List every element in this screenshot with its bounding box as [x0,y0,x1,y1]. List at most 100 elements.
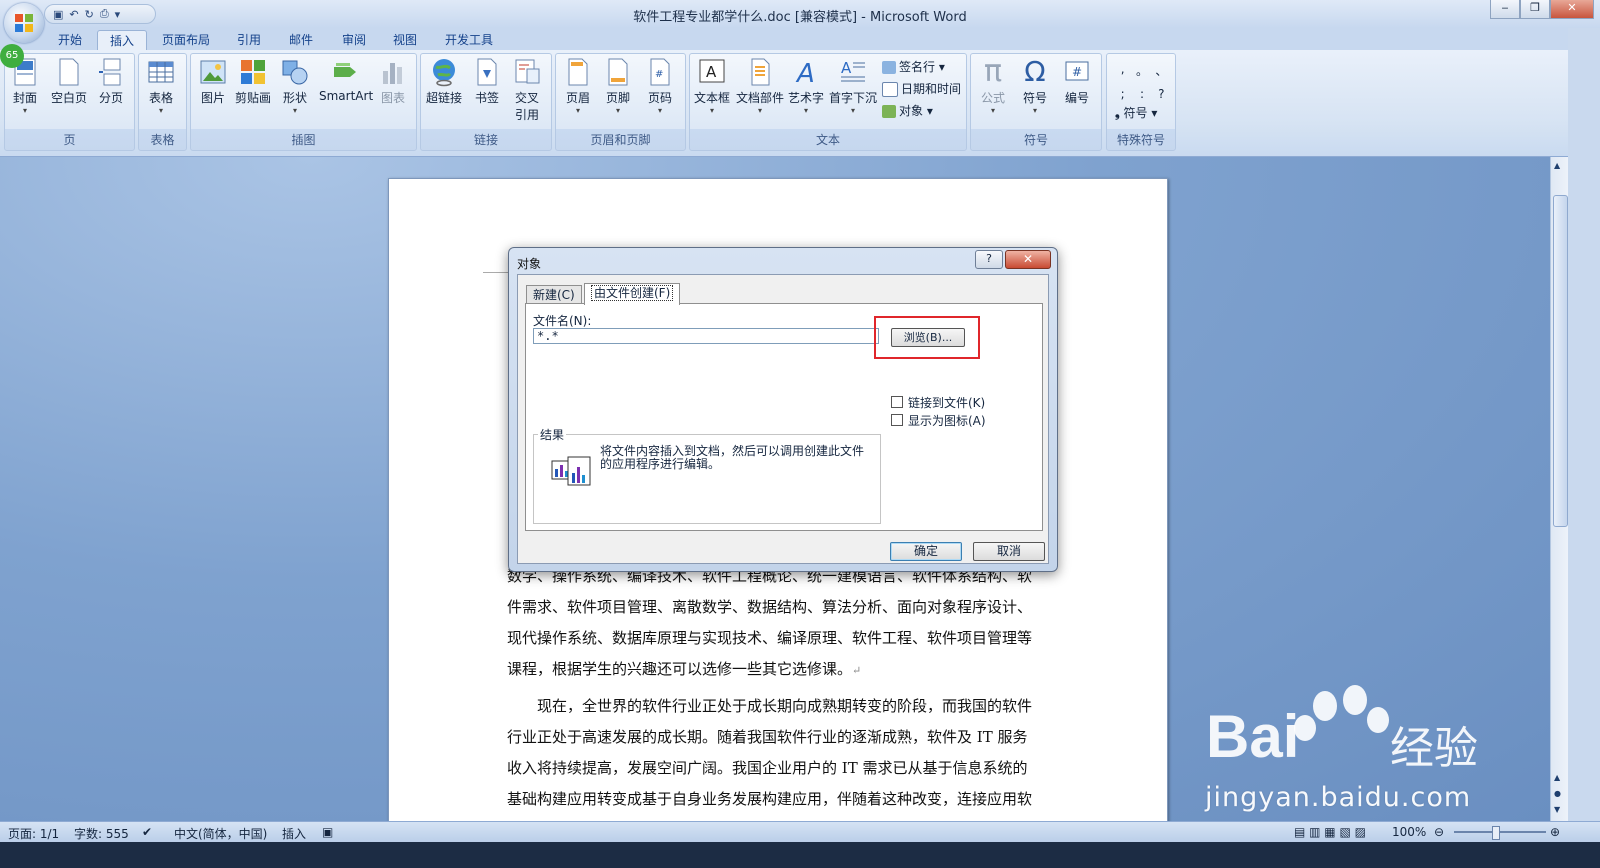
chart-button[interactable]: 图表 [379,57,407,106]
table-button[interactable]: 表格 ▾ [147,57,175,116]
hyperlink-button[interactable]: 超链接 [426,57,462,106]
macro-record-icon[interactable]: ▣ [322,825,333,839]
clipart-button[interactable]: 剪贴画 [235,57,271,106]
watermark-url: jingyan.baidu.com [1205,782,1472,813]
tab-developer[interactable]: 开发工具 [433,30,505,50]
group-text: A 文本框 ▾ 文档部件 ▾ A 艺术字 ▾ A 首字下沉 ▾ 签名行 ▾ 日期和时间 … [689,53,967,151]
insert-mode[interactable]: 插入 [282,825,306,842]
page-break-button[interactable]: 分页 [97,57,125,106]
number-box-icon: # [1065,61,1089,81]
special-char[interactable]: 、 [1152,62,1171,79]
blank-page-icon [59,58,79,86]
wordart-button[interactable]: A 艺术字 ▾ [788,57,824,116]
blank-page-button[interactable]: 空白页 [51,57,87,106]
prev-page-icon[interactable]: ▲ [1554,773,1560,782]
special-char[interactable]: 。 [1132,62,1151,79]
header-icon [568,58,588,86]
page-count[interactable]: 页面: 1/1 [8,825,59,842]
result-box: 结果 将文件内容插入到文档，然后可以调用创建此文件的应用程序进行编辑。 [533,426,881,524]
text-line: 课程，根据学生的兴趣还可以选修一些其它选修课。↵ [507,660,862,678]
cross-reference-button[interactable]: 交叉 引用 [513,57,541,123]
group-links: 超链接 书签 交叉 引用 链接 [420,53,552,151]
special-char[interactable]: , [1113,62,1132,79]
text-line: 现代操作系统、数据库原理与实现技术、编译原理、软件工程、软件项目管理等 [507,629,1033,647]
cancel-button[interactable]: 取消 [973,542,1045,561]
scroll-up-icon[interactable]: ▲ [1554,161,1560,170]
svg-text:A: A [841,59,852,77]
zoom-out-icon[interactable]: ⊖ [1434,825,1444,839]
file-name-input[interactable]: *.* [533,328,879,344]
shapes-icon [282,60,308,85]
signature-line-button[interactable]: 签名行 ▾ [882,58,945,75]
dropcap-button[interactable]: A 首字下沉 ▾ [829,57,877,116]
scroll-thumb[interactable] [1553,195,1568,527]
date-time-button[interactable]: 日期和时间 [882,80,961,97]
zoom-level[interactable]: 100% [1392,825,1426,839]
tab-create-from-file[interactable]: 由文件创建(F) [584,283,681,305]
tab-home[interactable]: 开始 [46,30,94,50]
picture-button[interactable]: 图片 [199,57,227,106]
symbol-button[interactable]: Ω 符号 ▾ [1021,57,1049,116]
quick-parts-button[interactable]: 文档部件 ▾ [736,57,784,116]
link-to-file-checkbox[interactable]: 链接到文件(K) [891,394,985,411]
special-char[interactable]: : [1132,87,1151,101]
tab-references[interactable]: 引用 [225,30,273,50]
select-browse-icon[interactable]: ● [1554,789,1561,798]
group-header-footer: 页眉 ▾ 页脚 ▾ # 页码 ▾ 页眉和页脚 [555,53,686,151]
tab-page-layout[interactable]: 页面布局 [150,30,222,50]
group-label-links: 链接 [473,133,498,147]
pi-icon: π [983,54,1003,89]
smartart-button[interactable]: SmartArt [319,57,373,103]
numbering-button[interactable]: # 编号 [1063,57,1091,106]
page-number-button[interactable]: # 页码 ▾ [646,57,674,116]
next-page-icon[interactable]: ▼ [1554,805,1560,814]
footer-button[interactable]: 页脚 ▾ [604,57,632,116]
minimize-button[interactable]: ‒ [1490,0,1520,19]
tab-create-new[interactable]: 新建(C) [526,285,582,304]
special-symbol-button[interactable]: ❟ 符号 ▾ [1115,104,1157,121]
dialog-close-button[interactable]: ✕ [1005,250,1051,269]
view-buttons[interactable]: ▤ ▥ ▦ ▧ ▨ [1294,825,1366,839]
zoom-in-icon[interactable]: ⊕ [1550,825,1560,839]
group-pages: 封面 ▾ 空白页 分页 页 [4,53,135,151]
quick-parts-icon [751,58,770,86]
tab-insert[interactable]: 插入 [97,30,148,51]
tab-mailings[interactable]: 邮件 [277,30,325,50]
maximize-button[interactable]: ❐ [1520,0,1550,19]
ok-button[interactable]: 确定 [890,542,962,561]
watermark-jingyan: 经验 [1390,723,1478,774]
textbox-button[interactable]: A 文本框 ▾ [694,57,730,116]
special-char[interactable]: ; [1113,87,1132,101]
text-line: 现在，全世界的软件行业正处于成长期向成熟期转变的阶段，而我国的软件 [507,697,1033,715]
hyperlink-globe-icon [433,59,455,87]
svg-text:A: A [795,59,815,87]
office-button[interactable] [4,3,44,43]
special-char[interactable]: ? [1152,87,1171,101]
text-line: 件需求、软件项目管理、离散数学、数据结构、算法分析、面向对象程序设计、 [507,598,1033,616]
object-dialog: 对象 ? ✕ 新建(C) 由文件创建(F) 文件名(N): *.* 浏览(B).… [508,247,1058,572]
window-title: 软件工程专业都学什么.doc [兼容模式] - Microsoft Word [633,10,967,25]
tab-view[interactable]: 视图 [381,30,429,50]
equation-button[interactable]: π 公式 ▾ [979,57,1007,116]
header-button[interactable]: 页眉 ▾ [564,57,592,116]
group-symbols: π 公式 ▾ Ω 符号 ▾ # 编号 符号 [970,53,1102,151]
text-line: 行业正处于高速发展的成长期。随着我国软件行业的逐渐成熟，软件及 IT 服务 [507,728,1028,746]
close-window-button[interactable]: ✕ [1550,0,1594,19]
language-indicator[interactable]: 中文(简体，中国) [174,825,267,842]
object-button[interactable]: 对象 ▾ [882,102,933,119]
textbox-icon: A [699,59,725,83]
bookmark-button[interactable]: 书签 [473,57,501,106]
annotation-highlight-box [874,316,980,359]
zoom-slider-thumb[interactable] [1492,826,1500,840]
proofing-icon[interactable]: ✔ [142,825,152,839]
zoom-slider-track[interactable] [1454,831,1546,833]
group-table: 表格 ▾ 表格 [138,53,187,151]
vertical-scrollbar[interactable]: ▲ ▲ ● ▼ [1550,157,1569,821]
dialog-help-button[interactable]: ? [975,250,1003,269]
shapes-button[interactable]: 形状 ▾ [281,57,309,116]
word-count[interactable]: 字数: 555 [74,825,129,842]
display-as-icon-checkbox[interactable]: 显示为图标(A) [891,412,986,429]
group-special-symbols: , 。 、 ; : ? ❟ 符号 ▾ 特殊符号 [1106,53,1176,151]
result-label: 结果 [538,426,567,443]
tab-review[interactable]: 审阅 [330,30,378,50]
